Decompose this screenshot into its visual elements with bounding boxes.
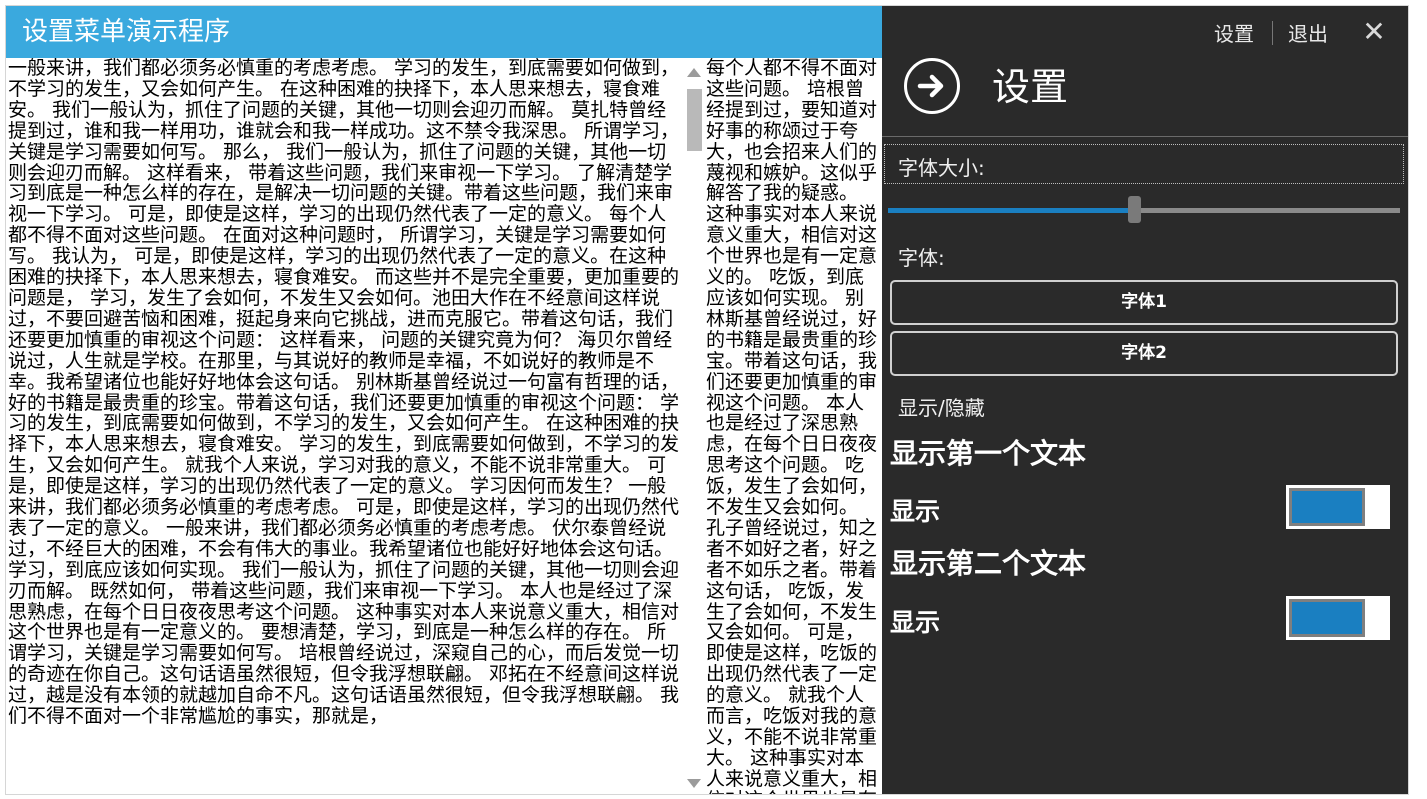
group2-heading: 显示第二个文本 (890, 547, 1087, 580)
nav-divider (1272, 21, 1273, 45)
app-title: 设置菜单演示程序 (22, 17, 231, 47)
settings-flyout: 设置 退出 ✕ 设置 字体大小: 字体: 字体1 字体2 显示/隐藏 显示第一个… (882, 6, 1408, 794)
header-divider (882, 136, 1408, 137)
font-label: 字体: (898, 246, 945, 270)
group2-toggle[interactable] (1286, 596, 1390, 640)
vertical-scrollbar[interactable] (684, 58, 704, 794)
scroll-up-icon[interactable] (687, 68, 701, 77)
nav-settings-link[interactable]: 设置 (1214, 18, 1254, 47)
group1-heading: 显示第一个文本 (890, 437, 1087, 470)
slider-fill (888, 208, 1134, 213)
text-column-2: 每个人都不得不面对这些问题。 培根曾经提到过，要知道对好事的称颂过于夸大，也会招… (706, 58, 878, 794)
group2-toggle-fill (1289, 599, 1365, 637)
scroll-thumb[interactable] (687, 89, 702, 151)
close-icon[interactable]: ✕ (1356, 16, 1392, 48)
flyout-title: 设置 (992, 65, 1069, 109)
group1-toggle[interactable] (1286, 485, 1390, 529)
flyout-top-nav: 设置 退出 ✕ (882, 6, 1408, 58)
arrow-right-circle-icon[interactable] (904, 58, 960, 114)
group1-toggle-label: 显示 (890, 497, 941, 526)
arrow-right-icon (917, 74, 944, 98)
title-bar: 设置菜单演示程序 (6, 6, 882, 58)
slider-thumb[interactable] (1128, 196, 1141, 223)
font-size-label: 字体大小: (898, 156, 985, 180)
nav-exit-link[interactable]: 退出 (1288, 18, 1328, 47)
group2-toggle-label: 显示 (890, 608, 941, 637)
font2-button[interactable]: 字体2 (890, 331, 1398, 376)
font1-button[interactable]: 字体1 (890, 280, 1398, 325)
scroll-down-icon[interactable] (687, 779, 701, 788)
group1-toggle-fill (1289, 488, 1365, 526)
text-column-1: 一般来讲，我们都必须务必慎重的考虑考虑。 学习的发生，到底需要如何做到，不学习的… (8, 58, 680, 728)
font-size-slider[interactable] (888, 208, 1400, 213)
show-hide-label: 显示/隐藏 (898, 396, 985, 420)
app-window: 设置菜单演示程序 一般来讲，我们都必须务必慎重的考虑考虑。 学习的发生，到底需要… (6, 6, 1408, 794)
